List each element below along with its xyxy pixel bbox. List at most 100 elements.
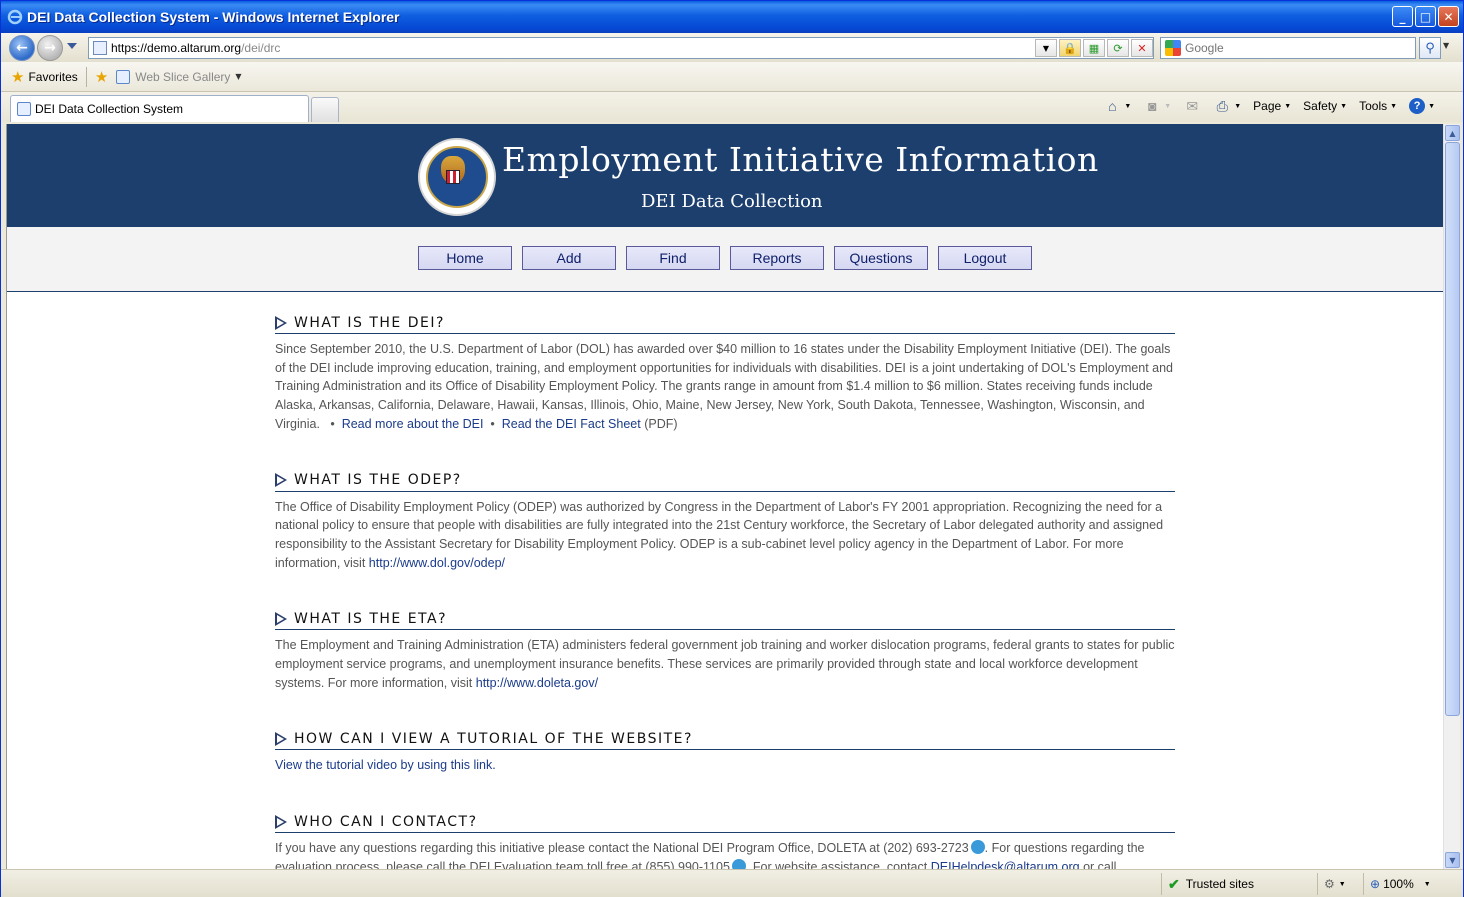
lock-icon: 🔒: [1063, 41, 1077, 55]
chevron-down-icon: ▼: [1164, 102, 1172, 110]
read-more-dei-link[interactable]: Read more about the DEI: [342, 417, 484, 431]
nav-questions-button[interactable]: Questions: [834, 246, 928, 270]
close-icon: ✕: [1443, 9, 1454, 24]
address-dropdown-button[interactable]: ▼: [1035, 39, 1057, 57]
favorites-button[interactable]: Favorites: [28, 70, 77, 84]
status-bar: ✔ Trusted sites ⚙ ▼ ⊕ 100% ▼: [1, 869, 1463, 897]
section-title: HOW CAN I VIEW A TUTORIAL OF THE WEBSITE…: [294, 730, 693, 747]
recent-pages-dropdown[interactable]: [67, 43, 77, 49]
section-heading: WHO CAN I CONTACT?: [275, 811, 1175, 834]
site-subtitle: DEI Data Collection: [641, 191, 823, 212]
home-icon: ⌂: [1108, 98, 1117, 114]
forward-arrow-icon: →: [44, 40, 56, 56]
chevron-down-icon: ▼: [1390, 102, 1398, 110]
address-row: ← → https://demo.altarum.org/dei/drc ▼ 🔒…: [1, 33, 1463, 62]
nav-find-button[interactable]: Find: [626, 246, 720, 270]
vertical-scrollbar[interactable]: ▲ ▼: [1443, 124, 1460, 869]
check-icon: ✔: [1168, 875, 1180, 892]
compatibility-icon: ▦: [1088, 41, 1100, 55]
tutorial-video-link[interactable]: View the tutorial video by using this li…: [275, 758, 496, 772]
compatibility-view-button[interactable]: ▦: [1083, 39, 1105, 57]
search-button[interactable]: ⚲: [1419, 37, 1441, 59]
bullet: •: [490, 416, 495, 431]
chevron-down-icon: ▼: [1423, 880, 1431, 888]
nav-logout-button[interactable]: Logout: [938, 246, 1032, 270]
doleta-link[interactable]: http://www.doleta.gov/: [476, 676, 598, 690]
zone-label: Trusted sites: [1185, 877, 1254, 891]
page-icon: [93, 41, 107, 55]
dei-fact-sheet-link[interactable]: Read the DEI Fact Sheet: [502, 417, 641, 431]
safety-menu[interactable]: Safety ▼: [1303, 99, 1347, 113]
triangle-right-icon: [275, 814, 287, 829]
web-slice-gallery-link[interactable]: Web Slice Gallery: [135, 70, 230, 84]
protected-mode[interactable]: ⚙ ▼: [1317, 873, 1363, 895]
home-button[interactable]: ⌂ ▼: [1103, 97, 1131, 115]
back-arrow-icon: ←: [16, 40, 28, 56]
phone-call-icon[interactable]: [970, 840, 985, 855]
read-mail-button[interactable]: ✉: [1183, 97, 1201, 115]
tab-page-icon: [17, 102, 31, 116]
url-prefix: https://demo.: [111, 41, 181, 55]
helpdesk-email-link[interactable]: DEIHelpdesk@altarum.org: [931, 860, 1080, 869]
divider: [85, 66, 87, 87]
section-contact: WHO CAN I CONTACT? If you have any quest…: [275, 811, 1175, 869]
search-options-dropdown[interactable]: ▼: [1443, 41, 1449, 50]
section-what-is-eta: WHAT IS THE ETA? The Employment and Trai…: [275, 608, 1175, 692]
section-title: WHO CAN I CONTACT?: [294, 813, 478, 830]
scroll-thumb[interactable]: [1445, 142, 1460, 716]
bullet: •: [330, 416, 335, 431]
refresh-button[interactable]: ⟳: [1107, 39, 1129, 57]
stop-button[interactable]: ✕: [1131, 39, 1153, 57]
close-button[interactable]: ✕: [1438, 6, 1459, 27]
section-body: The Office of Disability Employment Poli…: [275, 498, 1175, 573]
chevron-down-icon: ▼: [1042, 43, 1050, 53]
nav-home-button[interactable]: Home: [418, 246, 512, 270]
tab-dei-data-collection[interactable]: DEI Data Collection System: [10, 95, 309, 122]
rss-icon: ◙: [1148, 98, 1157, 114]
tools-menu-label: Tools: [1359, 99, 1388, 113]
url-suffix: /dei/drc: [241, 41, 281, 55]
title-bar: DEI Data Collection System - Windows Int…: [1, 1, 1463, 33]
odep-link[interactable]: http://www.dol.gov/odep/: [369, 556, 505, 570]
scroll-up-button[interactable]: ▲: [1445, 125, 1460, 141]
nav-add-button[interactable]: Add: [522, 246, 616, 270]
page-menu[interactable]: Page ▼: [1253, 99, 1291, 113]
section-body: If you have any questions regarding this…: [275, 839, 1175, 869]
dol-seal-logo: [418, 138, 496, 216]
security-zone[interactable]: ✔ Trusted sites: [1161, 873, 1317, 895]
print-button[interactable]: ⎙ ▼: [1213, 97, 1242, 115]
url-text[interactable]: https://demo.altarum.org/dei/drc: [111, 41, 280, 55]
minimize-icon: _: [1399, 9, 1406, 24]
site-title: Employment Initiative Information: [502, 140, 1099, 179]
minimize-button[interactable]: _: [1392, 6, 1413, 27]
feeds-button[interactable]: ◙ ▼: [1143, 97, 1171, 115]
chevron-down-icon: ▼: [1428, 102, 1435, 110]
forward-button[interactable]: →: [37, 35, 63, 61]
back-button[interactable]: ←: [9, 35, 35, 61]
chevron-down-icon: ▼: [1284, 102, 1292, 110]
tools-menu[interactable]: Tools ▼: [1359, 99, 1397, 113]
search-input[interactable]: [1185, 41, 1385, 55]
search-box[interactable]: [1160, 37, 1416, 59]
google-icon: [1165, 40, 1181, 56]
security-lock-button[interactable]: 🔒: [1059, 39, 1081, 57]
phone-call-icon[interactable]: [731, 858, 746, 869]
nav-reports-button[interactable]: Reports: [730, 246, 824, 270]
zoom-icon: ⊕: [1370, 877, 1381, 891]
section-title: WHAT IS THE ETA?: [294, 610, 448, 627]
maximize-button[interactable]: □: [1415, 6, 1436, 27]
address-bar[interactable]: https://demo.altarum.org/dei/drc ▼ 🔒 ▦ ⟳…: [88, 37, 1154, 59]
zoom-control[interactable]: ⊕ 100% ▼: [1363, 873, 1443, 895]
new-tab-button[interactable]: [311, 97, 339, 122]
section-heading: WHAT IS THE ODEP?: [275, 470, 1175, 492]
help-menu[interactable]: ? ▼: [1409, 98, 1435, 114]
scroll-down-button[interactable]: ▼: [1445, 852, 1460, 868]
browser-window: DEI Data Collection System - Windows Int…: [0, 0, 1464, 897]
zoom-level: 100%: [1383, 877, 1414, 891]
chevron-down-icon[interactable]: ▼: [235, 72, 241, 81]
ie-logo-icon: [7, 9, 23, 25]
add-favorite-icon[interactable]: ★: [95, 68, 108, 86]
section-title: WHAT IS THE DEI?: [294, 314, 445, 331]
section-heading: WHAT IS THE ETA?: [275, 608, 1175, 631]
mail-icon: ✉: [1186, 97, 1199, 114]
